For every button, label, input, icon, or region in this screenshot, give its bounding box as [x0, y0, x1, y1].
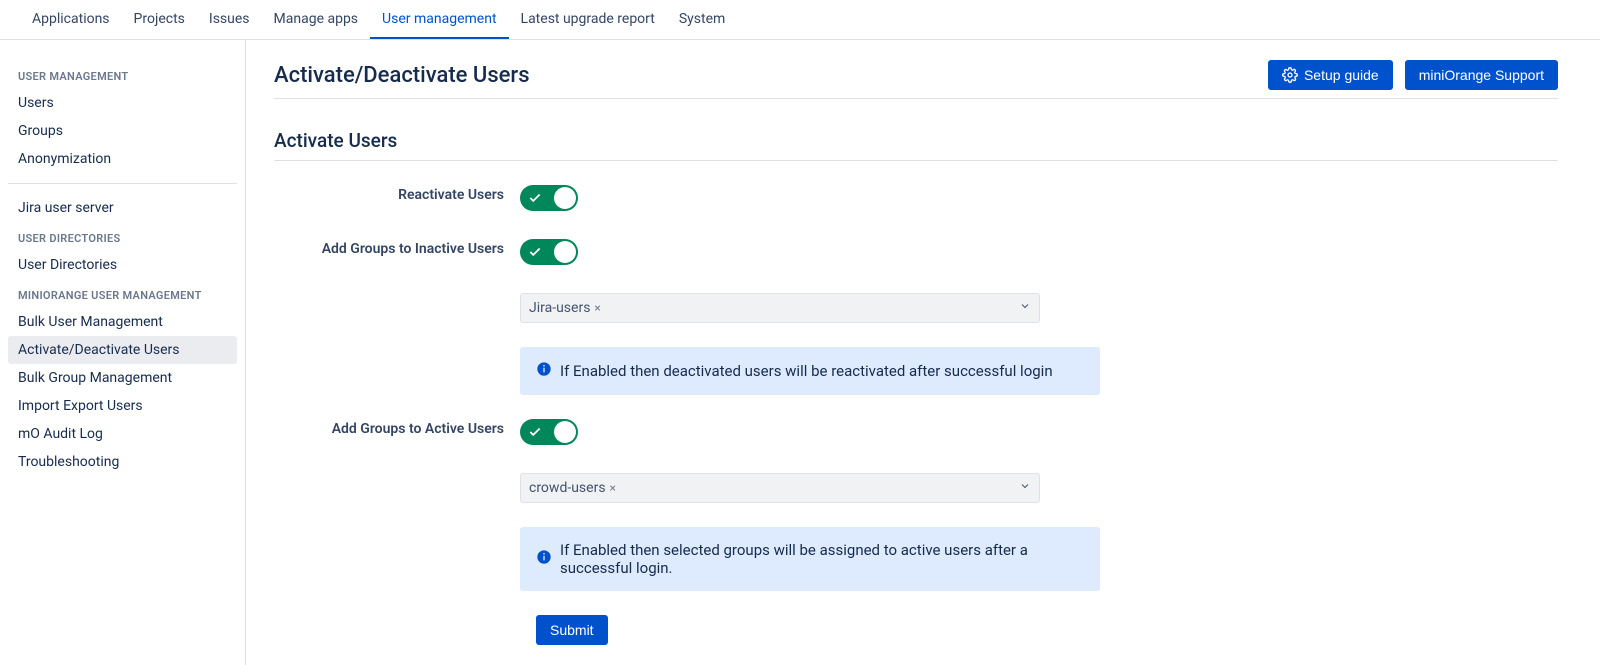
toggle-knob	[554, 241, 576, 263]
reactivate-users-label: Reactivate Users	[274, 185, 520, 203]
page-header: Activate/Deactivate Users Setup guide mi…	[274, 60, 1558, 99]
setup-guide-label: Setup guide	[1304, 67, 1379, 83]
sidebar-item-bulk-user-management[interactable]: Bulk User Management	[8, 308, 237, 336]
active-groups-select[interactable]: crowd-users ×	[520, 473, 1040, 503]
info-icon	[536, 361, 552, 381]
page-title: Activate/Deactivate Users	[274, 63, 530, 88]
setup-guide-button[interactable]: Setup guide	[1268, 60, 1393, 90]
miniorange-support-button[interactable]: miniOrange Support	[1405, 60, 1558, 90]
info-text: If Enabled then deactivated users will b…	[560, 362, 1053, 380]
sidebar-item-bulk-group-management[interactable]: Bulk Group Management	[8, 364, 237, 392]
top-nav: Applications Projects Issues Manage apps…	[0, 0, 1600, 40]
sidebar-item-jira-user-server[interactable]: Jira user server	[8, 194, 237, 222]
nav-manage-apps[interactable]: Manage apps	[262, 1, 371, 39]
sidebar-section-user-management: USER MANAGEMENT	[8, 60, 237, 89]
sidebar-item-troubleshooting[interactable]: Troubleshooting	[8, 448, 237, 476]
info-banner-inactive: If Enabled then deactivated users will b…	[520, 347, 1100, 395]
sidebar-item-anonymization[interactable]: Anonymization	[8, 145, 237, 173]
submit-label: Submit	[550, 622, 594, 638]
add-groups-inactive-toggle[interactable]	[520, 239, 578, 265]
chevron-down-icon[interactable]	[1019, 300, 1031, 316]
chip-jira-users: Jira-users ×	[529, 300, 601, 316]
sidebar-item-groups[interactable]: Groups	[8, 117, 237, 145]
nav-applications[interactable]: Applications	[20, 1, 122, 39]
submit-button[interactable]: Submit	[536, 615, 608, 645]
chip-label: crowd-users	[529, 480, 606, 496]
info-text: If Enabled then selected groups will be …	[560, 541, 1084, 577]
add-groups-inactive-label: Add Groups to Inactive Users	[274, 239, 520, 257]
nav-system[interactable]: System	[667, 1, 737, 39]
toggle-knob	[554, 421, 576, 443]
info-banner-active: If Enabled then selected groups will be …	[520, 527, 1100, 591]
sidebar-item-mo-audit-log[interactable]: mO Audit Log	[8, 420, 237, 448]
sidebar-divider	[8, 183, 237, 184]
support-label: miniOrange Support	[1419, 67, 1544, 83]
chip-remove-icon[interactable]: ×	[610, 481, 616, 495]
section-title: Activate Users	[274, 129, 1558, 161]
main-content: Activate/Deactivate Users Setup guide mi…	[246, 40, 1586, 665]
chevron-down-icon[interactable]	[1019, 480, 1031, 496]
reactivate-users-toggle[interactable]	[520, 185, 578, 211]
nav-projects[interactable]: Projects	[122, 1, 197, 39]
add-groups-active-toggle[interactable]	[520, 419, 578, 445]
sidebar-item-users[interactable]: Users	[8, 89, 237, 117]
sidebar: USER MANAGEMENT Users Groups Anonymizati…	[0, 40, 246, 665]
sidebar-item-activate-deactivate-users[interactable]: Activate/Deactivate Users	[8, 336, 237, 364]
check-icon	[528, 425, 542, 439]
sidebar-section-miniorange: MINIORANGE USER MANAGEMENT	[8, 279, 237, 308]
sidebar-item-user-directories[interactable]: User Directories	[8, 251, 237, 279]
chip-label: Jira-users	[529, 300, 590, 316]
check-icon	[528, 245, 542, 259]
sidebar-section-user-directories: USER DIRECTORIES	[8, 222, 237, 251]
nav-latest-upgrade-report[interactable]: Latest upgrade report	[509, 1, 667, 39]
check-icon	[528, 191, 542, 205]
chip-crowd-users: crowd-users ×	[529, 480, 616, 496]
inactive-groups-select[interactable]: Jira-users ×	[520, 293, 1040, 323]
toggle-knob	[554, 187, 576, 209]
add-groups-active-label: Add Groups to Active Users	[274, 419, 520, 437]
info-icon	[536, 549, 552, 569]
nav-issues[interactable]: Issues	[197, 1, 262, 39]
chip-remove-icon[interactable]: ×	[594, 301, 600, 315]
nav-user-management[interactable]: User management	[370, 1, 508, 39]
sidebar-item-import-export-users[interactable]: Import Export Users	[8, 392, 237, 420]
gear-icon	[1282, 67, 1298, 83]
